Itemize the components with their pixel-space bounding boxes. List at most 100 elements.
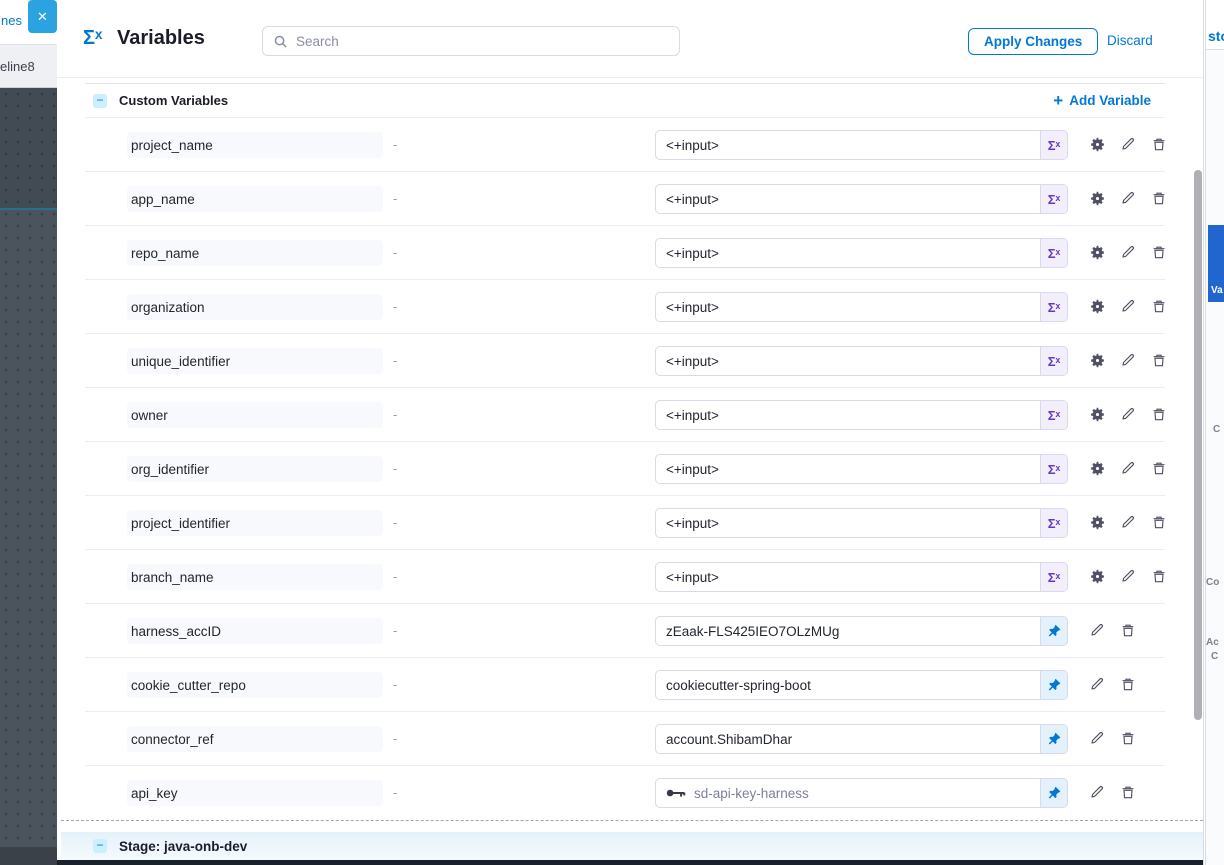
row-actions	[1088, 675, 1137, 693]
edit-pencil-icon[interactable]	[1088, 675, 1106, 693]
edit-pencil-icon[interactable]	[1119, 189, 1137, 207]
delete-trash-icon[interactable]	[1150, 405, 1168, 423]
add-variable-label: Add Variable	[1069, 93, 1151, 108]
row-actions	[1088, 405, 1168, 423]
delete-trash-icon[interactable]	[1119, 675, 1137, 693]
variable-description: -	[393, 731, 397, 746]
vertical-scrollbar[interactable]	[1194, 170, 1202, 720]
runtime-input-sigma-icon[interactable]: Σˣ	[1040, 239, 1067, 267]
collapse-icon[interactable]: −	[93, 839, 107, 853]
runtime-input-sigma-icon[interactable]: Σˣ	[1040, 131, 1067, 159]
search-input[interactable]	[296, 34, 669, 49]
fixed-value-pin-icon[interactable]	[1040, 671, 1067, 699]
canvas-upper-zone	[0, 88, 57, 208]
delete-trash-icon[interactable]	[1119, 783, 1137, 801]
variable-value-field[interactable]: sd-api-key-harness	[655, 778, 1068, 808]
pipeline-tab-bar: eline8	[0, 45, 57, 88]
history-link-fragment[interactable]: stor	[1208, 28, 1224, 44]
row-actions	[1088, 513, 1168, 531]
edit-pencil-icon[interactable]	[1119, 513, 1137, 531]
settings-gear-icon[interactable]	[1088, 405, 1106, 423]
variable-value: <+input>	[666, 192, 719, 207]
variables-drawer: Σˣ Variables Apply Changes Discard − Cus…	[57, 0, 1204, 865]
fixed-value-pin-icon[interactable]	[1040, 617, 1067, 645]
runtime-input-sigma-icon[interactable]: Σˣ	[1040, 293, 1067, 321]
edit-pencil-icon[interactable]	[1119, 459, 1137, 477]
delete-trash-icon[interactable]	[1150, 567, 1168, 585]
right-nav-fragment: C	[1213, 424, 1220, 435]
runtime-input-sigma-icon[interactable]: Σˣ	[1040, 401, 1067, 429]
pipeline-tab[interactable]: eline8	[0, 59, 35, 74]
runtime-input-sigma-icon[interactable]: Σˣ	[1040, 455, 1067, 483]
row-actions	[1088, 783, 1137, 801]
settings-gear-icon[interactable]	[1088, 513, 1106, 531]
edit-pencil-icon[interactable]	[1119, 405, 1137, 423]
settings-gear-icon[interactable]	[1088, 135, 1106, 153]
variable-name: repo_name	[127, 240, 383, 266]
row-actions	[1088, 459, 1168, 477]
discard-button[interactable]: Discard	[1107, 33, 1153, 48]
edit-pencil-icon[interactable]	[1119, 297, 1137, 315]
row-actions	[1088, 297, 1168, 315]
delete-trash-icon[interactable]	[1150, 513, 1168, 531]
delete-trash-icon[interactable]	[1119, 729, 1137, 747]
stage-section-title: Stage: java-onb-dev	[119, 839, 247, 854]
settings-gear-icon[interactable]	[1088, 243, 1106, 261]
delete-trash-icon[interactable]	[1150, 351, 1168, 369]
edit-pencil-icon[interactable]	[1119, 351, 1137, 369]
variable-description: -	[393, 461, 397, 476]
runtime-input-sigma-icon[interactable]: Σˣ	[1040, 509, 1067, 537]
settings-gear-icon[interactable]	[1088, 459, 1106, 477]
edit-pencil-icon[interactable]	[1119, 135, 1137, 153]
settings-gear-icon[interactable]	[1088, 297, 1106, 315]
fixed-value-pin-icon[interactable]	[1040, 725, 1067, 753]
delete-trash-icon[interactable]	[1150, 459, 1168, 477]
variable-value-field[interactable]: account.ShibamDhar	[655, 724, 1068, 754]
variable-value-field[interactable]: <+input>Σˣ	[655, 562, 1068, 592]
variable-description: -	[393, 407, 397, 422]
row-actions	[1088, 621, 1137, 639]
edit-pencil-icon[interactable]	[1119, 567, 1137, 585]
delete-trash-icon[interactable]	[1119, 621, 1137, 639]
variable-value: <+input>	[666, 408, 719, 423]
variable-value-field[interactable]: <+input>Σˣ	[655, 292, 1068, 322]
runtime-input-sigma-icon[interactable]: Σˣ	[1040, 347, 1067, 375]
variables-list: project_name-<+input>Σˣapp_name-<+input>…	[85, 118, 1165, 820]
variable-value-field[interactable]: <+input> Σˣ	[655, 400, 1068, 430]
runtime-input-sigma-icon[interactable]: Σˣ	[1040, 563, 1067, 591]
right-variables-tab[interactable]: Va	[1208, 225, 1224, 302]
runtime-input-sigma-icon[interactable]: Σˣ	[1040, 185, 1067, 213]
settings-gear-icon[interactable]	[1088, 189, 1106, 207]
delete-trash-icon[interactable]	[1150, 243, 1168, 261]
add-variable-button[interactable]: + Add Variable	[1053, 92, 1151, 109]
edit-pencil-icon[interactable]	[1088, 621, 1106, 639]
fixed-value-pin-icon[interactable]	[1040, 779, 1067, 807]
variable-name: organization	[127, 294, 383, 320]
variable-value-field[interactable]: cookiecutter-spring-boot	[655, 670, 1068, 700]
variable-value-field[interactable]: <+input>Σˣ	[655, 130, 1068, 160]
variable-value-field[interactable]: <+input>Σˣ	[655, 346, 1068, 376]
delete-trash-icon[interactable]	[1150, 297, 1168, 315]
edit-pencil-icon[interactable]	[1088, 729, 1106, 747]
variable-value-field[interactable]: <+input>Σˣ	[655, 238, 1068, 268]
settings-gear-icon[interactable]	[1088, 351, 1106, 369]
variable-value: zEaak-FLS425IEO7OLzMUg	[666, 624, 839, 639]
variable-value-field[interactable]: <+input> Σˣ	[655, 184, 1068, 214]
variable-value-field[interactable]: <+input>Σˣ	[655, 454, 1068, 484]
pipeline-canvas	[0, 88, 57, 865]
variable-value-field[interactable]: <+input>Σˣ	[655, 508, 1068, 538]
stage-section-header: − Stage: java-onb-dev	[61, 832, 1203, 860]
edit-pencil-icon[interactable]	[1088, 783, 1106, 801]
close-drawer-button[interactable]: ✕	[28, 0, 57, 33]
delete-trash-icon[interactable]	[1150, 135, 1168, 153]
variable-row: project_name-<+input>Σˣ	[85, 118, 1165, 172]
apply-changes-button[interactable]: Apply Changes	[968, 28, 1098, 55]
variable-row: api_key-sd-api-key-harness	[85, 766, 1165, 820]
variable-value-field[interactable]: zEaak-FLS425IEO7OLzMUg	[655, 616, 1068, 646]
collapse-icon[interactable]: −	[93, 94, 107, 108]
section-divider	[61, 820, 1203, 821]
delete-trash-icon[interactable]	[1150, 189, 1168, 207]
settings-gear-icon[interactable]	[1088, 567, 1106, 585]
edit-pencil-icon[interactable]	[1119, 243, 1137, 261]
section-title: Custom Variables	[119, 93, 228, 108]
